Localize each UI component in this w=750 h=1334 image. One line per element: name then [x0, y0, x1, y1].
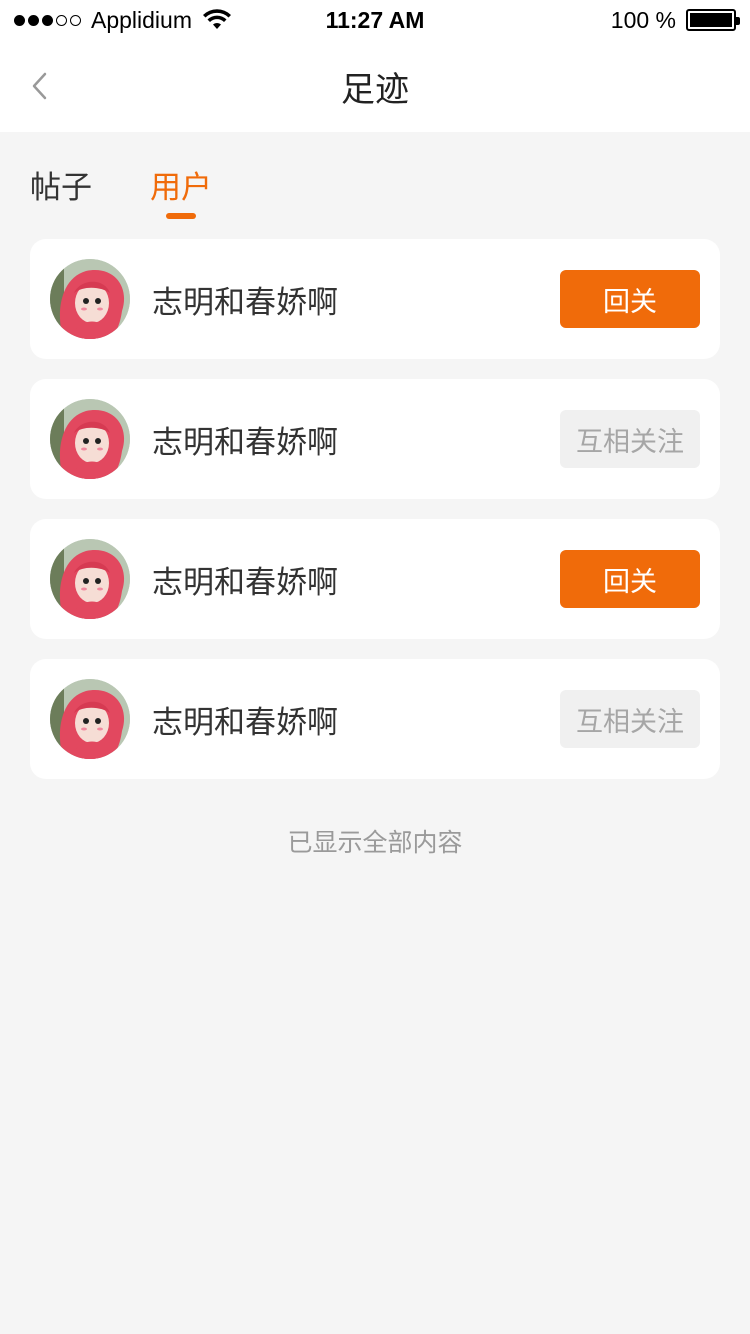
status-bar: Applidium 11:27 AM 100 % — [0, 0, 750, 40]
user-name: 志明和春娇啊 — [152, 424, 338, 461]
user-card[interactable]: 志明和春娇啊 互相关注 — [30, 659, 720, 779]
back-button[interactable] — [20, 66, 60, 106]
navigation-bar: 足迹 — [0, 40, 750, 132]
chevron-left-icon — [32, 72, 47, 100]
battery-percentage: 100 % — [610, 6, 676, 33]
user-card[interactable]: 志明和春娇啊 回关 — [30, 239, 720, 359]
mutual-follow-button[interactable]: 互相关注 — [560, 690, 700, 748]
avatar[interactable] — [50, 259, 130, 339]
avatar[interactable] — [50, 679, 130, 759]
avatar[interactable] — [50, 539, 130, 619]
user-list: 志明和春娇啊 回关 志明和春娇啊 互相关注 志明和春娇啊 回关 志明和春娇啊 互… — [0, 232, 750, 779]
page-title: 足迹 — [341, 69, 409, 110]
tab-bar: 帖子 用户 — [0, 132, 750, 232]
follow-back-button[interactable]: 回关 — [560, 270, 700, 328]
mutual-follow-button[interactable]: 互相关注 — [560, 410, 700, 468]
tab-users[interactable]: 用户 — [150, 132, 212, 232]
user-card[interactable]: 志明和春娇啊 互相关注 — [30, 379, 720, 499]
user-card[interactable]: 志明和春娇啊 回关 — [30, 519, 720, 639]
status-right: 100 % — [610, 0, 740, 40]
follow-back-button[interactable]: 回关 — [560, 550, 700, 608]
avatar[interactable] — [50, 399, 130, 479]
user-name: 志明和春娇啊 — [152, 704, 338, 741]
user-name: 志明和春娇啊 — [152, 564, 338, 601]
tab-posts[interactable]: 帖子 — [30, 132, 92, 232]
user-name: 志明和春娇啊 — [152, 284, 338, 321]
battery-icon — [686, 9, 740, 31]
end-of-list-message: 已显示全部内容 — [287, 828, 463, 857]
